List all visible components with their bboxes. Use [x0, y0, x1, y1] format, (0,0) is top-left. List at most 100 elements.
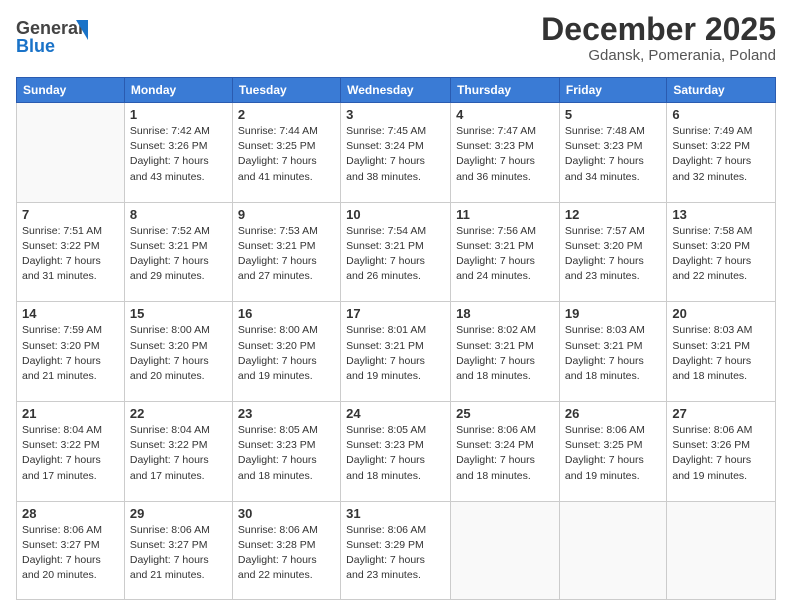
- day-number: 9: [238, 207, 335, 222]
- day-info: Sunrise: 8:06 AM Sunset: 3:27 PM Dayligh…: [130, 523, 227, 584]
- day-number: 5: [565, 107, 661, 122]
- day-info: Sunrise: 8:04 AM Sunset: 3:22 PM Dayligh…: [22, 423, 119, 484]
- calendar-cell: 11 Sunrise: 7:56 AM Sunset: 3:21 PM Dayli…: [451, 202, 560, 302]
- day-info: Sunrise: 8:06 AM Sunset: 3:26 PM Dayligh…: [672, 423, 770, 484]
- day-info: Sunrise: 8:04 AM Sunset: 3:22 PM Dayligh…: [130, 423, 227, 484]
- day-number: 23: [238, 406, 335, 421]
- logo-svg: General Blue: [16, 12, 106, 62]
- calendar-cell: 27 Sunrise: 8:06 AM Sunset: 3:26 PM Dayli…: [667, 401, 776, 501]
- day-number: 12: [565, 207, 661, 222]
- calendar-cell: 18 Sunrise: 8:02 AM Sunset: 3:21 PM Dayli…: [451, 302, 560, 402]
- day-info: Sunrise: 8:01 AM Sunset: 3:21 PM Dayligh…: [346, 323, 445, 384]
- calendar-week-row: 28Sunrise: 8:06 AM Sunset: 3:27 PM Dayli…: [17, 501, 776, 599]
- day-info: Sunrise: 8:06 AM Sunset: 3:27 PM Dayligh…: [22, 523, 119, 584]
- day-number: 3: [346, 107, 445, 122]
- day-number: 16: [238, 306, 335, 321]
- weekday-header-row: Sunday Monday Tuesday Wednesday Thursday…: [17, 78, 776, 103]
- day-info: Sunrise: 7:56 AM Sunset: 3:21 PM Dayligh…: [456, 224, 554, 285]
- day-number: 13: [672, 207, 770, 222]
- day-number: 4: [456, 107, 554, 122]
- day-info: Sunrise: 7:57 AM Sunset: 3:20 PM Dayligh…: [565, 224, 661, 285]
- calendar-cell: 15 Sunrise: 8:00 AM Sunset: 3:20 PM Dayli…: [124, 302, 232, 402]
- header: General Blue December 2025 Gdansk, Pomer…: [16, 12, 776, 67]
- day-number: 7: [22, 207, 119, 222]
- day-number: 22: [130, 406, 227, 421]
- header-thursday: Thursday: [451, 78, 560, 103]
- calendar-cell: 28Sunrise: 8:06 AM Sunset: 3:27 PM Dayli…: [17, 501, 125, 599]
- day-number: 11: [456, 207, 554, 222]
- day-info: Sunrise: 8:05 AM Sunset: 3:23 PM Dayligh…: [346, 423, 445, 484]
- day-number: 10: [346, 207, 445, 222]
- calendar-cell: [667, 501, 776, 599]
- day-info: Sunrise: 8:00 AM Sunset: 3:20 PM Dayligh…: [130, 323, 227, 384]
- header-sunday: Sunday: [17, 78, 125, 103]
- calendar-cell: 8 Sunrise: 7:52 AM Sunset: 3:21 PM Daylig…: [124, 202, 232, 302]
- subtitle: Gdansk, Pomerania, Poland: [541, 47, 776, 64]
- header-saturday: Saturday: [667, 78, 776, 103]
- day-info: Sunrise: 8:05 AM Sunset: 3:23 PM Dayligh…: [238, 423, 335, 484]
- day-info: Sunrise: 8:03 AM Sunset: 3:21 PM Dayligh…: [565, 323, 661, 384]
- calendar-cell: 9 Sunrise: 7:53 AM Sunset: 3:21 PM Daylig…: [232, 202, 340, 302]
- day-info: Sunrise: 7:51 AM Sunset: 3:22 PM Dayligh…: [22, 224, 119, 285]
- calendar-cell: 1Sunrise: 7:42 AM Sunset: 3:26 PM Daylig…: [124, 103, 232, 203]
- calendar-cell: 7 Sunrise: 7:51 AM Sunset: 3:22 PM Daylig…: [17, 202, 125, 302]
- calendar-cell: 19 Sunrise: 8:03 AM Sunset: 3:21 PM Dayli…: [559, 302, 666, 402]
- calendar-cell: [17, 103, 125, 203]
- day-info: Sunrise: 7:52 AM Sunset: 3:21 PM Dayligh…: [130, 224, 227, 285]
- calendar-week-row: 7 Sunrise: 7:51 AM Sunset: 3:22 PM Daylig…: [17, 202, 776, 302]
- day-number: 17: [346, 306, 445, 321]
- calendar-cell: 25Sunrise: 8:06 AM Sunset: 3:24 PM Dayli…: [451, 401, 560, 501]
- calendar-cell: 10 Sunrise: 7:54 AM Sunset: 3:21 PM Dayli…: [341, 202, 451, 302]
- calendar-cell: 30 Sunrise: 8:06 AM Sunset: 3:28 PM Dayli…: [232, 501, 340, 599]
- header-wednesday: Wednesday: [341, 78, 451, 103]
- day-info: Sunrise: 7:45 AM Sunset: 3:24 PM Dayligh…: [346, 124, 445, 185]
- month-title: December 2025: [541, 12, 776, 47]
- day-number: 24: [346, 406, 445, 421]
- day-number: 18: [456, 306, 554, 321]
- calendar-cell: 22 Sunrise: 8:04 AM Sunset: 3:22 PM Dayli…: [124, 401, 232, 501]
- day-info: Sunrise: 8:02 AM Sunset: 3:21 PM Dayligh…: [456, 323, 554, 384]
- calendar-cell: 5Sunrise: 7:48 AM Sunset: 3:23 PM Daylig…: [559, 103, 666, 203]
- day-info: Sunrise: 8:06 AM Sunset: 3:28 PM Dayligh…: [238, 523, 335, 584]
- day-number: 8: [130, 207, 227, 222]
- day-number: 26: [565, 406, 661, 421]
- day-info: Sunrise: 7:53 AM Sunset: 3:21 PM Dayligh…: [238, 224, 335, 285]
- day-number: 21: [22, 406, 119, 421]
- calendar-week-row: 14Sunrise: 7:59 AM Sunset: 3:20 PM Dayli…: [17, 302, 776, 402]
- day-info: Sunrise: 7:44 AM Sunset: 3:25 PM Dayligh…: [238, 124, 335, 185]
- calendar-cell: 2Sunrise: 7:44 AM Sunset: 3:25 PM Daylig…: [232, 103, 340, 203]
- day-number: 25: [456, 406, 554, 421]
- day-number: 31: [346, 506, 445, 521]
- calendar-cell: 29 Sunrise: 8:06 AM Sunset: 3:27 PM Dayli…: [124, 501, 232, 599]
- day-info: Sunrise: 8:03 AM Sunset: 3:21 PM Dayligh…: [672, 323, 770, 384]
- day-info: Sunrise: 7:54 AM Sunset: 3:21 PM Dayligh…: [346, 224, 445, 285]
- calendar-week-row: 1Sunrise: 7:42 AM Sunset: 3:26 PM Daylig…: [17, 103, 776, 203]
- header-monday: Monday: [124, 78, 232, 103]
- day-number: 27: [672, 406, 770, 421]
- day-info: Sunrise: 8:06 AM Sunset: 3:29 PM Dayligh…: [346, 523, 445, 584]
- logo: General Blue: [16, 12, 106, 67]
- calendar-cell: [451, 501, 560, 599]
- svg-text:Blue: Blue: [16, 36, 55, 56]
- calendar-cell: 12 Sunrise: 7:57 AM Sunset: 3:20 PM Dayli…: [559, 202, 666, 302]
- calendar-cell: 31 Sunrise: 8:06 AM Sunset: 3:29 PM Dayli…: [341, 501, 451, 599]
- day-number: 30: [238, 506, 335, 521]
- calendar-cell: 26 Sunrise: 8:06 AM Sunset: 3:25 PM Dayli…: [559, 401, 666, 501]
- calendar-table: Sunday Monday Tuesday Wednesday Thursday…: [16, 77, 776, 600]
- calendar-cell: 13Sunrise: 7:58 AM Sunset: 3:20 PM Dayli…: [667, 202, 776, 302]
- header-friday: Friday: [559, 78, 666, 103]
- day-number: 1: [130, 107, 227, 122]
- day-number: 6: [672, 107, 770, 122]
- page: General Blue December 2025 Gdansk, Pomer…: [0, 0, 792, 612]
- calendar-cell: 21 Sunrise: 8:04 AM Sunset: 3:22 PM Dayli…: [17, 401, 125, 501]
- day-number: 15: [130, 306, 227, 321]
- day-info: Sunrise: 8:06 AM Sunset: 3:25 PM Dayligh…: [565, 423, 661, 484]
- day-info: Sunrise: 7:47 AM Sunset: 3:23 PM Dayligh…: [456, 124, 554, 185]
- day-number: 29: [130, 506, 227, 521]
- day-info: Sunrise: 7:49 AM Sunset: 3:22 PM Dayligh…: [672, 124, 770, 185]
- day-number: 19: [565, 306, 661, 321]
- calendar-cell: 16Sunrise: 8:00 AM Sunset: 3:20 PM Dayli…: [232, 302, 340, 402]
- calendar-cell: 4 Sunrise: 7:47 AM Sunset: 3:23 PM Daylig…: [451, 103, 560, 203]
- calendar-cell: 17 Sunrise: 8:01 AM Sunset: 3:21 PM Dayli…: [341, 302, 451, 402]
- calendar-cell: 3 Sunrise: 7:45 AM Sunset: 3:24 PM Daylig…: [341, 103, 451, 203]
